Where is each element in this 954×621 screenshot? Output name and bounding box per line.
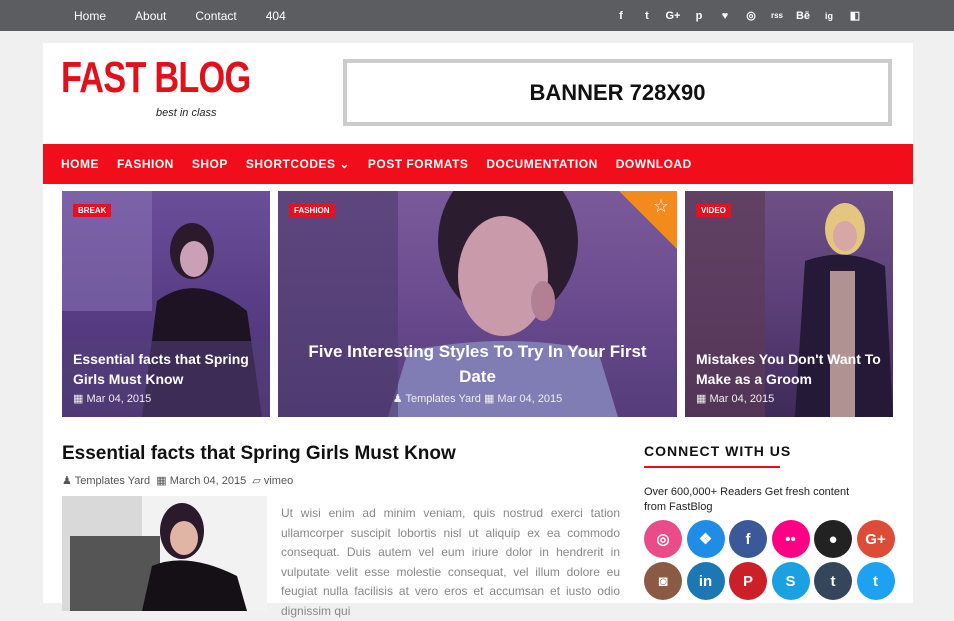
- featured-meta-3: ▦ Mar 04, 2015: [696, 392, 774, 405]
- instagram-icon[interactable]: ig: [816, 11, 842, 21]
- post-category[interactable]: vimeo: [264, 475, 293, 487]
- category-tag[interactable]: VIDEO: [696, 204, 731, 217]
- dropbox-icon[interactable]: ❖: [686, 520, 725, 558]
- github-icon[interactable]: ●: [814, 520, 852, 558]
- post-excerpt: Ut wisi enim ad minim veniam, quis nostr…: [281, 506, 620, 618]
- facebook-icon[interactable]: f: [608, 10, 634, 22]
- pinterest-icon[interactable]: P: [729, 562, 767, 600]
- logo-title: FAST BLOG: [61, 53, 251, 102]
- top-nav-home[interactable]: Home: [74, 9, 106, 23]
- top-nav-about[interactable]: About: [135, 9, 166, 23]
- featured-card-2[interactable]: FASHION ☆ Five Interesting Styles To Try…: [278, 191, 677, 417]
- nav-home[interactable]: HOME: [61, 157, 99, 171]
- google-plus-icon[interactable]: G+: [856, 520, 895, 558]
- featured-card-3[interactable]: VIDEO Mistakes You Don't Want To Make as…: [685, 191, 893, 417]
- post-date: Mar 04, 2015: [86, 393, 152, 405]
- twitter-icon[interactable]: t: [634, 10, 660, 22]
- dribbble-icon[interactable]: ◎: [738, 9, 764, 22]
- logo-tagline: best in class: [156, 107, 217, 119]
- page-container: FAST BLOG best in class BANNER 728X90 HO…: [43, 43, 913, 618]
- flickr-icon[interactable]: ••: [771, 520, 810, 558]
- calendar-icon: ▦: [696, 393, 707, 405]
- calendar-icon: ▦: [483, 393, 495, 405]
- top-nav-404[interactable]: 404: [266, 9, 286, 23]
- featured-title-1[interactable]: Essential facts that Spring Girls Must K…: [73, 349, 258, 389]
- category-tag[interactable]: BREAK: [73, 204, 112, 217]
- sidebar-text: Over 600,000+ Readers Get fresh content …: [644, 486, 850, 513]
- category-tag[interactable]: FASHION: [289, 204, 335, 217]
- top-bar: Home About Contact 404 f t G+ p ♥ ◎ rss …: [0, 0, 954, 31]
- post-author[interactable]: Templates Yard: [405, 393, 480, 405]
- post-author[interactable]: Templates Yard: [75, 475, 150, 487]
- calendar-icon: ▦: [156, 475, 167, 487]
- dribbble-icon[interactable]: ◎: [644, 520, 682, 558]
- facebook-icon[interactable]: f: [729, 520, 767, 558]
- post-date: Mar 04, 2015: [497, 393, 563, 405]
- featured-meta-2: ♟ Templates Yard ▦ Mar 04, 2015: [278, 392, 677, 405]
- featured-card-1[interactable]: BREAK Essential facts that Spring Girls …: [62, 191, 270, 417]
- top-nav: Home About Contact 404: [74, 0, 315, 31]
- behance-icon[interactable]: Bē: [790, 10, 816, 22]
- post-title[interactable]: Essential facts that Spring Girls Must K…: [62, 443, 456, 465]
- nav-fashion[interactable]: FASHION: [117, 157, 174, 171]
- post-date: Mar 04, 2015: [709, 393, 775, 405]
- pinterest-icon[interactable]: p: [686, 10, 712, 22]
- skype-icon[interactable]: S: [771, 562, 810, 600]
- featured-title-2[interactable]: Five Interesting Styles To Try In Your F…: [300, 339, 655, 389]
- post-date: March 04, 2015: [169, 475, 247, 487]
- nav-shop[interactable]: SHOP: [192, 157, 228, 171]
- post-meta: ♟ Templates Yard ▦ March 04, 2015 ▱ vime…: [62, 474, 293, 487]
- top-nav-contact[interactable]: Contact: [195, 9, 236, 23]
- user-icon: ♟: [392, 393, 403, 405]
- featured-meta-1: ▦ Mar 04, 2015: [73, 392, 151, 405]
- instagram-icon[interactable]: ◙: [644, 562, 682, 600]
- sidebar-heading: CONNECT WITH US: [644, 443, 792, 459]
- nav-documentation[interactable]: DOCUMENTATION: [486, 157, 597, 171]
- rss-icon[interactable]: rss: [764, 11, 790, 20]
- main-nav: HOME FASHION SHOP SHORTCODES ⌄ POST FORM…: [43, 144, 913, 184]
- star-icon: ☆: [652, 196, 669, 216]
- twitter-icon[interactable]: t: [856, 562, 895, 600]
- linkedin-icon[interactable]: in: [686, 562, 725, 600]
- banner-ad[interactable]: BANNER 728X90: [343, 59, 892, 126]
- featured-title-3[interactable]: Mistakes You Don't Want To Make as a Gro…: [696, 349, 886, 389]
- site-logo[interactable]: FAST BLOG best in class: [61, 53, 251, 120]
- post-thumbnail[interactable]: [62, 496, 267, 611]
- folder-icon: ▱: [252, 475, 261, 487]
- top-social-links: f t G+ p ♥ ◎ rss Bē ig ◧: [608, 0, 868, 31]
- google-plus-icon[interactable]: G+: [660, 10, 686, 22]
- user-icon: ♟: [62, 475, 72, 487]
- nav-post-formats[interactable]: POST FORMATS: [368, 157, 468, 171]
- sidebar-heading-underline: [644, 466, 780, 468]
- delicious-icon[interactable]: ◧: [842, 9, 868, 22]
- calendar-icon: ▦: [73, 393, 84, 405]
- nav-shortcodes[interactable]: SHORTCODES ⌄: [246, 157, 350, 171]
- nav-download[interactable]: DOWNLOAD: [616, 157, 692, 171]
- tumblr-icon[interactable]: t: [814, 562, 852, 600]
- heart-icon[interactable]: ♥: [712, 10, 738, 22]
